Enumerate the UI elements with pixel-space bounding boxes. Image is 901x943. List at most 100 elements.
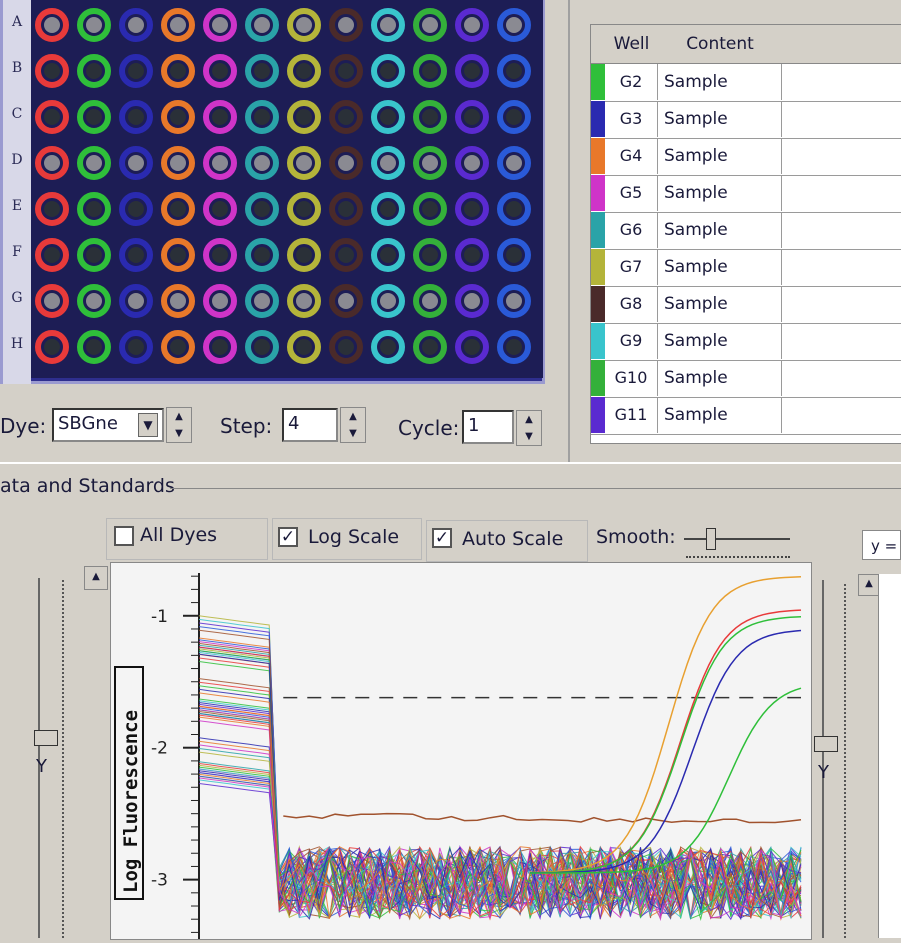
well-b11[interactable] [455, 54, 489, 88]
well-d5[interactable] [203, 146, 237, 180]
table-row[interactable]: G9 Sample [591, 323, 901, 361]
well-f6[interactable] [245, 238, 279, 272]
well-g9[interactable] [371, 284, 405, 318]
well-h1[interactable] [35, 330, 69, 364]
well-f1[interactable] [35, 238, 69, 272]
well-h10[interactable] [413, 330, 447, 364]
well-a9[interactable] [371, 8, 405, 42]
well-g5[interactable] [203, 284, 237, 318]
well-c4[interactable] [161, 100, 195, 134]
well-b5[interactable] [203, 54, 237, 88]
well-h5[interactable] [203, 330, 237, 364]
well-b9[interactable] [371, 54, 405, 88]
well-b8[interactable] [329, 54, 363, 88]
well-d2[interactable] [77, 146, 111, 180]
scroll-up-icon[interactable]: ▲ [84, 566, 108, 590]
dye-select[interactable]: SBGne ▼ [52, 408, 164, 442]
well-a12[interactable] [497, 8, 531, 42]
well-h3[interactable] [119, 330, 153, 364]
smooth-slider-track[interactable] [684, 538, 790, 540]
well-f5[interactable] [203, 238, 237, 272]
well-e6[interactable] [245, 192, 279, 226]
dye-spinner[interactable]: ▲ ▼ [166, 407, 192, 443]
well-e10[interactable] [413, 192, 447, 226]
well-g6[interactable] [245, 284, 279, 318]
well-c7[interactable] [287, 100, 321, 134]
table-row[interactable]: G3 Sample [591, 101, 901, 139]
well-g11[interactable] [455, 284, 489, 318]
well-a4[interactable] [161, 8, 195, 42]
well-c6[interactable] [245, 100, 279, 134]
auto-scale-checkbox[interactable]: ✓ [432, 528, 452, 548]
table-row[interactable]: G11 Sample [591, 397, 901, 435]
well-g3[interactable] [119, 284, 153, 318]
well-b3[interactable] [119, 54, 153, 88]
well-e2[interactable] [77, 192, 111, 226]
cycle-spinner[interactable]: ▲ ▼ [516, 410, 542, 446]
table-row[interactable]: G7 Sample [591, 249, 901, 287]
table-row[interactable]: G4 Sample [591, 138, 901, 176]
right-scroll-up-icon[interactable]: ▲ [858, 574, 880, 596]
well-c8[interactable] [329, 100, 363, 134]
well-g10[interactable] [413, 284, 447, 318]
well-h9[interactable] [371, 330, 405, 364]
well-d10[interactable] [413, 146, 447, 180]
well-h4[interactable] [161, 330, 195, 364]
step-input[interactable]: 4 [282, 408, 338, 442]
well-e5[interactable] [203, 192, 237, 226]
well-d12[interactable] [497, 146, 531, 180]
well-h8[interactable] [329, 330, 363, 364]
well-d8[interactable] [329, 146, 363, 180]
well-c5[interactable] [203, 100, 237, 134]
well-c2[interactable] [77, 100, 111, 134]
well-d1[interactable] [35, 146, 69, 180]
well-b4[interactable] [161, 54, 195, 88]
well-h6[interactable] [245, 330, 279, 364]
well-d6[interactable] [245, 146, 279, 180]
well-g7[interactable] [287, 284, 321, 318]
well-g12[interactable] [497, 284, 531, 318]
smooth-slider-thumb[interactable] [706, 528, 716, 550]
well-f11[interactable] [455, 238, 489, 272]
well-f12[interactable] [497, 238, 531, 272]
well-h11[interactable] [455, 330, 489, 364]
left-y-slider-thumb[interactable] [34, 730, 58, 746]
well-c10[interactable] [413, 100, 447, 134]
well-f7[interactable] [287, 238, 321, 272]
well-g1[interactable] [35, 284, 69, 318]
well-d11[interactable] [455, 146, 489, 180]
well-e11[interactable] [455, 192, 489, 226]
well-g4[interactable] [161, 284, 195, 318]
well-b6[interactable] [245, 54, 279, 88]
well-d7[interactable] [287, 146, 321, 180]
well-a8[interactable] [329, 8, 363, 42]
right-y-slider-track[interactable] [822, 580, 828, 938]
well-f3[interactable] [119, 238, 153, 272]
well-d9[interactable] [371, 146, 405, 180]
well-a2[interactable] [77, 8, 111, 42]
well-a6[interactable] [245, 8, 279, 42]
log-scale-checkbox[interactable]: ✓ [278, 527, 298, 547]
well-a7[interactable] [287, 8, 321, 42]
well-a10[interactable] [413, 8, 447, 42]
well-e12[interactable] [497, 192, 531, 226]
well-b12[interactable] [497, 54, 531, 88]
well-f10[interactable] [413, 238, 447, 272]
well-e7[interactable] [287, 192, 321, 226]
well-f2[interactable] [77, 238, 111, 272]
well-c11[interactable] [455, 100, 489, 134]
well-c1[interactable] [35, 100, 69, 134]
well-b2[interactable] [77, 54, 111, 88]
column-header-well[interactable]: Well [605, 25, 659, 64]
well-d4[interactable] [161, 146, 195, 180]
step-spinner[interactable]: ▲ ▼ [340, 407, 366, 443]
table-row[interactable]: G10 Sample [591, 360, 901, 398]
well-e1[interactable] [35, 192, 69, 226]
well-a3[interactable] [119, 8, 153, 42]
well-h2[interactable] [77, 330, 111, 364]
dropdown-arrow-icon[interactable]: ▼ [138, 413, 158, 437]
well-g8[interactable] [329, 284, 363, 318]
all-dyes-checkbox[interactable] [114, 526, 134, 546]
table-row[interactable]: G8 Sample [591, 286, 901, 324]
well-e3[interactable] [119, 192, 153, 226]
